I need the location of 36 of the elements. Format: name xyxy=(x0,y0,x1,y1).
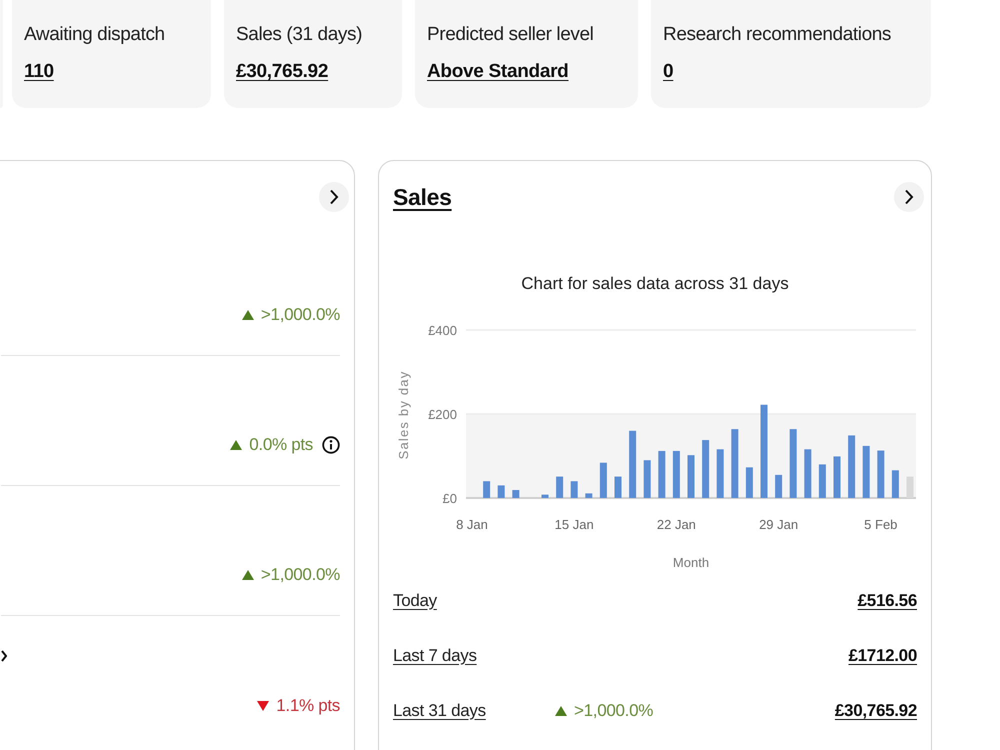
card-label: Predicted seller level xyxy=(427,23,594,47)
axis-tick-label: £400 xyxy=(428,323,457,338)
info-icon[interactable] xyxy=(322,436,340,454)
axis-tick-label: 22 Jan xyxy=(656,517,696,532)
sales-value-link[interactable]: £30,765.92 xyxy=(834,700,917,720)
change-text: >1,000.0% xyxy=(260,565,340,585)
axis-tick-label: £200 xyxy=(428,407,457,422)
card-value-link[interactable]: 110 xyxy=(24,60,54,84)
sales-value-link[interactable]: £516.56 xyxy=(858,590,917,610)
chevron-button[interactable] xyxy=(894,182,924,212)
card-label: Research recommendations xyxy=(663,23,892,47)
card-value-link[interactable]: £30,765.92 xyxy=(236,60,328,84)
axis-tick-label: 8 Jan xyxy=(456,517,488,532)
chevron-button[interactable] xyxy=(319,182,349,212)
axis-title: Sales by day xyxy=(396,370,411,460)
panel-title-link[interactable]: Sales xyxy=(393,184,452,210)
axis-tick-label: 5 Feb xyxy=(864,517,898,532)
change-text: 1.1% pts xyxy=(276,696,340,716)
card-value-link[interactable]: Above Standard xyxy=(427,60,568,84)
axis-tick-label: 29 Jan xyxy=(759,517,798,532)
period-link[interactable]: Today xyxy=(393,590,437,610)
period-link[interactable]: Last 7 days xyxy=(393,646,477,666)
axis-tick-label: £0 xyxy=(442,491,457,506)
chevron-right-icon xyxy=(904,189,914,205)
change-text: >1,000.0% xyxy=(260,305,340,325)
card-value-link[interactable]: 0 xyxy=(663,60,674,84)
axis-title: Month xyxy=(672,555,710,570)
card-label: Awaiting dispatch xyxy=(24,23,165,47)
change-text: >1,000.0% xyxy=(574,700,654,720)
period-link[interactable]: Last 31 days xyxy=(393,700,486,720)
card-label: Sales (31 days) xyxy=(236,23,362,47)
change-text: 0.0% pts xyxy=(249,435,313,455)
chart-title: Chart for sales data across 31 days xyxy=(521,274,789,293)
chevron-right-icon xyxy=(329,189,339,205)
sales-value-link[interactable]: £1712.00 xyxy=(848,646,917,666)
axis-tick-label: 15 Jan xyxy=(554,517,594,532)
